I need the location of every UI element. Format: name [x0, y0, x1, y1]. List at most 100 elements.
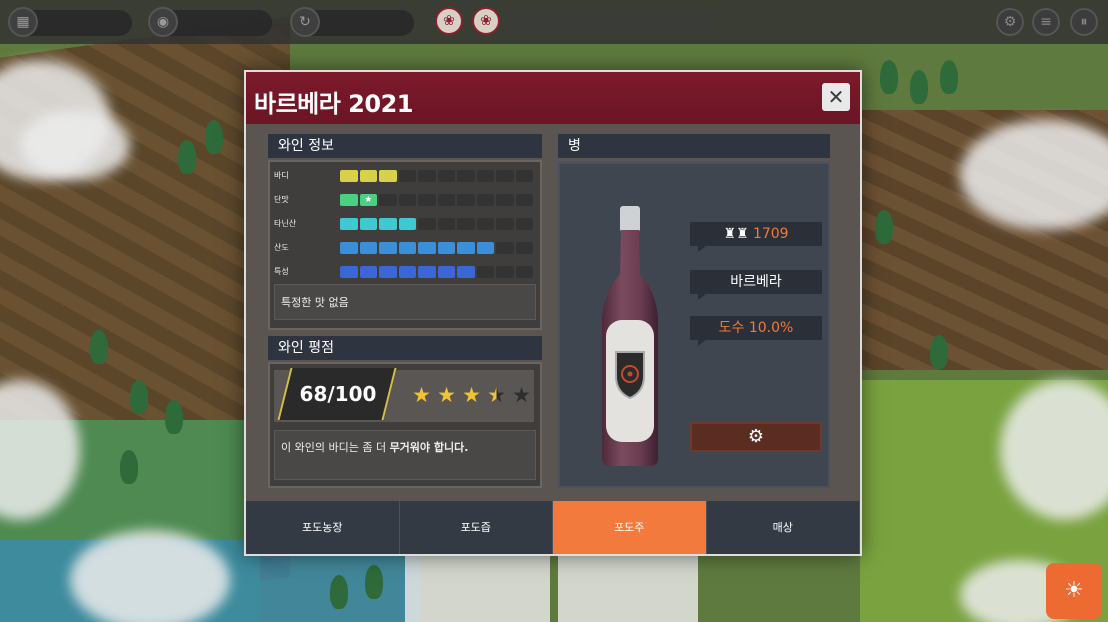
tree	[165, 400, 183, 434]
stat-label: 타닌산	[274, 219, 297, 228]
star-icon: ★	[512, 383, 531, 407]
tree	[130, 380, 148, 414]
tree	[880, 60, 898, 94]
wine-info-panel: 바디단맛 ★ 타닌산산도특성 특정한 맛 없음	[268, 160, 542, 330]
cloud	[20, 110, 130, 180]
stat-segment	[496, 194, 514, 206]
stat-segment	[340, 170, 358, 182]
wine-badge-icon[interactable]: ❀	[435, 7, 463, 35]
stat-segment	[379, 194, 397, 206]
stat-label: 산도	[274, 243, 289, 252]
wine-info-header: 와인 정보	[268, 134, 542, 158]
stat-segment	[418, 218, 436, 230]
star-icon: ★	[437, 383, 456, 407]
stat-segment	[340, 266, 358, 278]
stat-label: 바디	[274, 171, 289, 180]
cloud	[70, 530, 230, 622]
stat-segment	[476, 266, 494, 278]
stat-segment	[457, 170, 475, 182]
tree	[940, 60, 958, 94]
stat-segment	[496, 266, 514, 278]
wine-rating-panel: 68/100 ★ ★ ★ ★ ★ 이 와인의 바디는 좀 더 무거워야 합니다.	[268, 362, 542, 488]
menu-icon[interactable]: ≡	[1032, 8, 1060, 36]
stat-segment	[476, 170, 494, 182]
money-icon: ▦	[8, 7, 38, 37]
variety-chip: 바르베라	[690, 270, 822, 300]
stat-segment	[496, 218, 514, 230]
stat-segment	[476, 194, 494, 206]
abv-chip: 도수 10.0%	[690, 316, 822, 346]
stat-segment	[398, 242, 416, 254]
star-icon: ★	[485, 384, 508, 406]
tree	[120, 450, 138, 484]
stat-segment	[418, 170, 436, 182]
reputation-icon: ◉	[148, 7, 178, 37]
flavor-note: 특정한 맛 없음	[274, 284, 536, 320]
stat-segment	[437, 170, 455, 182]
stat-segment	[437, 242, 455, 254]
stat-segment	[437, 194, 455, 206]
review-text: 이 와인의 바디는 좀 더 무거워야 합니다.	[274, 430, 536, 480]
star-icon: ★	[462, 383, 481, 407]
stat-segment	[418, 266, 436, 278]
bottle-panel: ♜♜ 1709 바르베라 도수 10.0% ⚙	[558, 162, 830, 488]
tree	[875, 210, 893, 244]
tree	[910, 70, 928, 104]
tree	[178, 140, 196, 174]
stat-segment	[515, 170, 533, 182]
stat-segment	[457, 266, 475, 278]
wine-badge-icon[interactable]: ❀	[472, 7, 500, 35]
bottle-header: 병	[558, 134, 830, 158]
stat-segment	[340, 242, 358, 254]
stat-segment	[379, 242, 397, 254]
stat-bar: ★	[340, 194, 533, 206]
wine-rating-header: 와인 평점	[268, 336, 542, 360]
wine-bottle-image	[590, 200, 670, 470]
stat-segment	[359, 170, 377, 182]
stat-bar	[340, 266, 533, 278]
stat-segment	[340, 218, 358, 230]
tree	[330, 575, 348, 609]
stat-segment	[398, 170, 416, 182]
tab-2[interactable]: 포도주	[553, 501, 707, 554]
close-button[interactable]: ✕	[822, 83, 850, 111]
tab-3[interactable]: 매상	[706, 501, 860, 554]
stat-segment	[398, 266, 416, 278]
stat-segment	[515, 266, 533, 278]
dialog-tabs: 포도농장 포도즙 포도주 매상	[246, 501, 860, 554]
stat-segment	[418, 242, 436, 254]
dialog-header: 바르베라 2021 ✕	[246, 72, 860, 124]
stat-segment	[418, 194, 436, 206]
stat-segment	[496, 170, 514, 182]
tab-1[interactable]: 포도즙	[399, 501, 553, 554]
cycle-icon: ↻	[290, 7, 320, 37]
bottle-settings-button[interactable]: ⚙	[690, 422, 822, 452]
stat-segment	[457, 242, 475, 254]
tree	[205, 120, 223, 154]
stat-bar	[340, 218, 533, 230]
bottles-icon: ♜♜	[723, 226, 749, 242]
review-prefix: 이 와인의 바디는 좀 더	[281, 441, 390, 454]
building-card[interactable]	[558, 556, 698, 622]
dialog-title: 바르베라 2021	[254, 90, 413, 118]
stat-segment	[398, 194, 416, 206]
pause-icon[interactable]: ⏸	[1070, 8, 1098, 36]
tab-0[interactable]: 포도농장	[246, 501, 400, 554]
gears-icon: ⚙	[747, 426, 765, 447]
stat-segment	[398, 218, 416, 230]
stat-row: 특성	[270, 264, 533, 280]
stat-row: 타닌산	[270, 216, 533, 232]
stat-segment	[457, 218, 475, 230]
hud-bar	[505, 10, 713, 36]
building-card[interactable]	[405, 556, 550, 622]
stat-segment	[515, 242, 533, 254]
stat-label: 단맛	[274, 195, 289, 204]
stat-segment	[379, 218, 397, 230]
weather-icon[interactable]: ☀	[1046, 563, 1102, 619]
stat-segment	[379, 266, 397, 278]
stat-segment	[340, 194, 358, 206]
settings-icon[interactable]: ⚙	[996, 8, 1024, 36]
stat-bar	[340, 170, 533, 182]
stat-segment	[359, 242, 377, 254]
stat-segment: ★	[359, 194, 377, 206]
